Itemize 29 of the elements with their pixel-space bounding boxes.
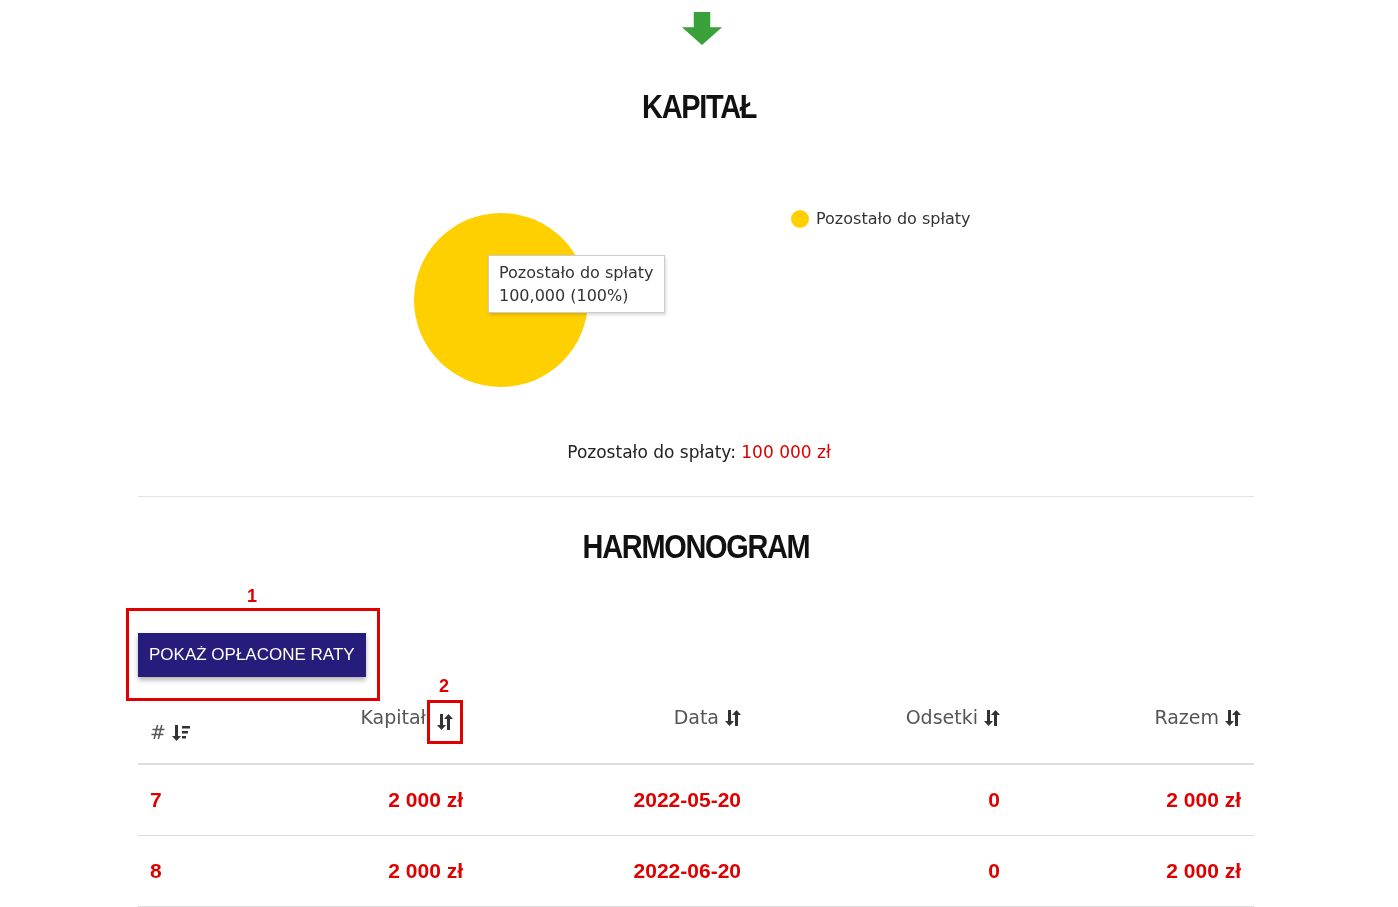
section-title: HARMONOGRAM xyxy=(581,527,811,566)
table-cell-text: 2 000 zł xyxy=(387,788,464,812)
table-cell-text: 2 000 zł xyxy=(1165,859,1242,883)
tooltip-value: 100,000 (100%) xyxy=(499,286,630,305)
tooltip-title: Pozostało do spłaty xyxy=(499,263,654,282)
sort-icon[interactable] xyxy=(1225,709,1241,727)
column-header[interactable]: Kapitał xyxy=(360,706,426,728)
table-cell-text: 2022-06-20 xyxy=(632,859,742,883)
table-cell-text: 0 xyxy=(987,788,1001,812)
table-cell-text: 2 000 zł xyxy=(1165,788,1242,812)
legend-label: Pozostało do spłaty xyxy=(816,209,971,228)
column-header[interactable]: Odsetki xyxy=(905,706,978,728)
table-cell-text: 2 000 zł xyxy=(387,859,464,883)
sort-descending-icon[interactable] xyxy=(171,724,190,742)
annotation-number: 2 xyxy=(439,676,449,697)
remaining-summary: Pozostało do spłaty: 100 000 zł xyxy=(567,442,831,462)
sort-icon[interactable] xyxy=(984,709,1000,727)
table-cell-text: 8 xyxy=(149,859,163,883)
show-paid-button[interactable]: POKAŻ OPŁACONE RATY xyxy=(138,633,366,677)
column-header[interactable]: # xyxy=(150,721,166,743)
sort-icon[interactable] xyxy=(437,713,453,731)
sort-icon[interactable] xyxy=(725,709,741,727)
annotation-number: 1 xyxy=(247,586,258,607)
column-header[interactable]: Razem xyxy=(1154,706,1219,728)
table-cell-text: 2022-05-20 xyxy=(632,788,742,812)
section-title: KAPITAŁ xyxy=(641,87,757,126)
table-cell-text: 0 xyxy=(987,859,1001,883)
table-cell-text: 7 xyxy=(149,788,163,812)
column-header[interactable]: Data xyxy=(673,706,719,728)
